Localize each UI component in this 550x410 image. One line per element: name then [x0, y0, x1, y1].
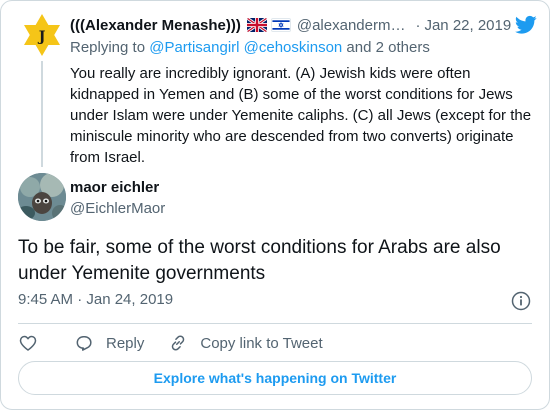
parent-display-name[interactable]: (((Alexander Menashe)))	[70, 17, 241, 34]
twitter-bird-icon[interactable]	[515, 15, 537, 35]
heart-icon	[19, 335, 37, 351]
divider	[18, 323, 532, 324]
replying-users-link[interactable]: @Partisangirl @cehoskinson	[149, 39, 342, 56]
star-of-david-icon: J	[24, 14, 60, 56]
main-avatar[interactable]	[18, 173, 66, 221]
uk-flag-icon	[246, 18, 267, 32]
explore-twitter-button[interactable]: Explore what's happening on Twitter	[18, 361, 532, 395]
reply-button[interactable]: Reply	[74, 333, 144, 353]
tweet-timestamp[interactable]: 9:45 AM · Jan 24, 2019	[18, 291, 173, 308]
parent-handle[interactable]: @alexanderm…	[297, 17, 406, 34]
main-handle[interactable]: @EichlerMaor	[70, 200, 165, 217]
parent-date[interactable]: Jan 22, 2019	[424, 17, 511, 34]
embedded-tweet-card: J (((Alexander Menashe))) @alexanderm… ·…	[0, 0, 550, 410]
name-flags	[246, 18, 291, 32]
like-button[interactable]	[18, 333, 50, 353]
parent-header: (((Alexander Menashe))) @alexanderm… · J…	[70, 13, 537, 37]
avatar-letter: J	[37, 29, 46, 45]
main-tweet-text: To be fair, some of the worst conditions…	[18, 237, 501, 284]
link-icon	[172, 335, 185, 351]
thread-connector-line	[41, 61, 43, 167]
tweet-actions: Reply Copy link to Tweet	[18, 331, 347, 355]
main-display-name[interactable]: maor eichler	[70, 179, 159, 196]
header-separator: ·	[415, 16, 421, 34]
parent-avatar[interactable]: J	[18, 11, 66, 59]
replying-prefix: Replying to	[70, 39, 150, 56]
copy-link-button[interactable]: Copy link to Tweet	[168, 333, 323, 353]
copy-link-label: Copy link to Tweet	[200, 334, 323, 352]
replying-suffix: and 2 others	[342, 39, 430, 56]
israel-flag-icon	[270, 18, 291, 32]
info-icon[interactable]	[511, 291, 531, 311]
reply-label: Reply	[106, 334, 145, 352]
parent-tweet-text: You really are incredibly ignorant. (A) …	[70, 65, 532, 166]
replying-to-line: Replying to @Partisangirl @cehoskinson a…	[70, 39, 430, 56]
avatar-photo	[18, 173, 66, 221]
comment-icon	[76, 336, 92, 351]
